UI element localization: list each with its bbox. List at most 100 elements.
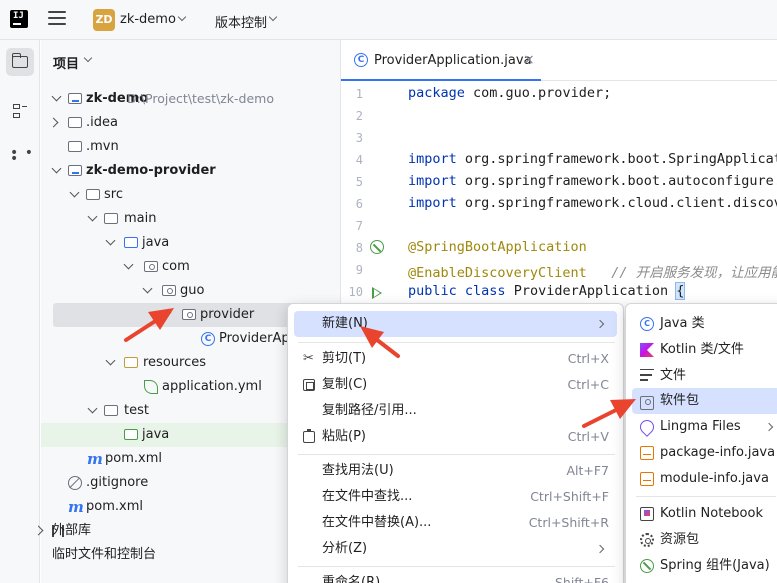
close-icon[interactable]: × [523, 52, 535, 68]
tab-provider-application[interactable]: C ProviderApplication.java × [341, 40, 541, 81]
spring-bean-icon[interactable] [370, 240, 384, 254]
code-token: @SpringBootApplication [408, 239, 587, 255]
chevron-right-icon[interactable] [48, 117, 59, 128]
submenu-item-spring-component[interactable]: Spring 组件(Java) [632, 553, 777, 579]
java-class-icon: C [640, 317, 654, 331]
submenu-item-module-info[interactable]: module-info.java [632, 466, 777, 492]
panel-title[interactable]: 项目 [53, 53, 79, 72]
tree-item-idea[interactable]: .idea [41, 111, 340, 135]
code-comment: // 开启服务发现，让应用能 [586, 265, 777, 281]
chevron-down-icon[interactable] [123, 259, 134, 270]
project-badge[interactable]: ZD [93, 9, 115, 31]
code-token: com.guo.provider; [464, 85, 612, 101]
tree-item-zk-demo-provider[interactable]: zk-demo-provider [41, 159, 340, 183]
chevron-down-icon[interactable] [87, 403, 98, 414]
chevron-down-icon[interactable] [105, 235, 116, 246]
tree-label: .idea [86, 115, 118, 130]
package-icon [162, 285, 176, 296]
menu-shortcut: Ctrl+C [567, 377, 609, 392]
project-name[interactable]: zk-demo [120, 12, 176, 27]
tree-label: test [124, 403, 149, 418]
project-tool-button[interactable] [6, 48, 34, 76]
more-icon: • • • [10, 145, 34, 167]
tree-item-guo[interactable]: guo [41, 279, 340, 303]
scissors-icon: ✂ [303, 351, 314, 366]
submenu-item-package-info[interactable]: package-info.java [632, 440, 777, 466]
menu-item-new[interactable]: 新建(N) [294, 311, 617, 337]
code-token: import [408, 173, 457, 189]
chevron-down-icon[interactable] [69, 187, 80, 198]
chevron-right-icon [595, 319, 605, 329]
chevron-down-icon[interactable] [161, 307, 172, 318]
chevron-down-icon[interactable] [51, 163, 62, 174]
vcs-widget[interactable]: 版本控制 [215, 12, 267, 31]
menu-item-analyze[interactable]: 分析(Z) [294, 536, 617, 562]
code-token: import [408, 195, 457, 211]
code-token: @EnableDiscoveryClient [408, 265, 587, 281]
submenu-item-lingma-files[interactable]: Lingma Files [632, 414, 777, 440]
editor-tab-bar: C ProviderApplication.java × [341, 40, 777, 81]
line-number: 1 [355, 87, 363, 101]
lingma-icon [637, 417, 657, 437]
submenu-item-kotlin-notebook[interactable]: Kotlin Notebook [632, 501, 777, 527]
menu-label: 文件 [660, 368, 687, 383]
menu-separator [636, 496, 776, 497]
menu-item-refactor[interactable]: 重命名(R) Shift+F6 [294, 570, 617, 583]
menu-shortcut: Alt+F7 [566, 463, 609, 478]
chevron-down-icon[interactable] [87, 211, 98, 222]
menu-item-find-in-files[interactable]: 在文件中查找... Ctrl+Shift+F [294, 484, 617, 510]
maven-icon: m [68, 498, 84, 516]
chevron-down-icon[interactable] [105, 355, 116, 366]
tree-item-zk-demo[interactable]: zk-demo D:\Project\test\zk-demo [41, 87, 340, 111]
tree-item-src[interactable]: src [41, 183, 340, 207]
run-icon[interactable] [372, 287, 382, 299]
submenu-item-java-class[interactable]: C Java 类 [632, 311, 777, 337]
intellij-logo-icon[interactable]: IJ [10, 10, 28, 28]
menu-item-paste[interactable]: 粘贴(P) Ctrl+V [294, 424, 617, 450]
submenu-item-kotlin-class[interactable]: Kotlin 类/文件 [632, 337, 777, 363]
menu-item-cut[interactable]: ✂ 剪切(T) Ctrl+X [294, 346, 617, 372]
tree-item-main[interactable]: main [41, 207, 340, 231]
tree-label: com [162, 259, 190, 274]
code-token: ProviderApplication [505, 283, 677, 299]
folder-icon [11, 53, 28, 68]
more-tools-button[interactable]: • • • [6, 138, 34, 166]
package-icon [182, 309, 196, 320]
context-menu: 新建(N) ✂ 剪切(T) Ctrl+X 复制(C) Ctrl+C 复制路径/引… [287, 303, 624, 583]
tree-label: provider [200, 307, 255, 322]
module-icon [68, 93, 82, 104]
menu-item-replace-in-files[interactable]: 在文件中替换(A)... Ctrl+Shift+R [294, 510, 617, 536]
menu-item-copy-path[interactable]: 复制路径/引用... [294, 398, 617, 424]
chevron-down-icon[interactable] [83, 53, 93, 63]
tree-item-java[interactable]: java [41, 231, 340, 255]
structure-tool-button[interactable] [6, 98, 34, 126]
kotlin-notebook-icon [640, 507, 654, 521]
tab-label: ProviderApplication.java [374, 53, 532, 68]
menu-label: package-info.java [660, 445, 776, 460]
tree-item-com[interactable]: com [41, 255, 340, 279]
submenu-item-file[interactable]: 文件 [632, 363, 777, 389]
folder-icon [104, 405, 118, 416]
chevron-down-icon[interactable] [142, 283, 153, 294]
chevron-down-icon[interactable] [268, 12, 278, 22]
test-folder-icon [124, 429, 138, 440]
tree-label: .mvn [86, 139, 119, 154]
tree-label: 外部库 [52, 523, 92, 538]
tree-label: .gitignore [86, 475, 149, 490]
chevron-down-icon[interactable] [177, 12, 187, 22]
menu-label: 复制路径/引用... [322, 403, 417, 418]
menu-item-copy[interactable]: 复制(C) Ctrl+C [294, 372, 617, 398]
file-icon [640, 369, 654, 383]
menu-item-find-usages[interactable]: 查找用法(U) Alt+F7 [294, 458, 617, 484]
line-number: 9 [355, 263, 363, 277]
chevron-down-icon[interactable] [51, 91, 62, 102]
submenu-item-package[interactable]: 软件包 [632, 388, 777, 414]
code-token: org.springframework.boot.autoconfigure.S [456, 173, 777, 189]
tree-label: guo [180, 283, 205, 298]
tree-label: pom.xml [105, 451, 162, 466]
tree-item-mvn[interactable]: .mvn [41, 135, 340, 159]
main-menu-icon[interactable] [48, 11, 66, 27]
tree-label: 临时文件和控制台 [52, 547, 157, 562]
menu-label: 资源包 [660, 532, 700, 547]
submenu-item-resource-bundle[interactable]: 资源包 [632, 527, 777, 553]
